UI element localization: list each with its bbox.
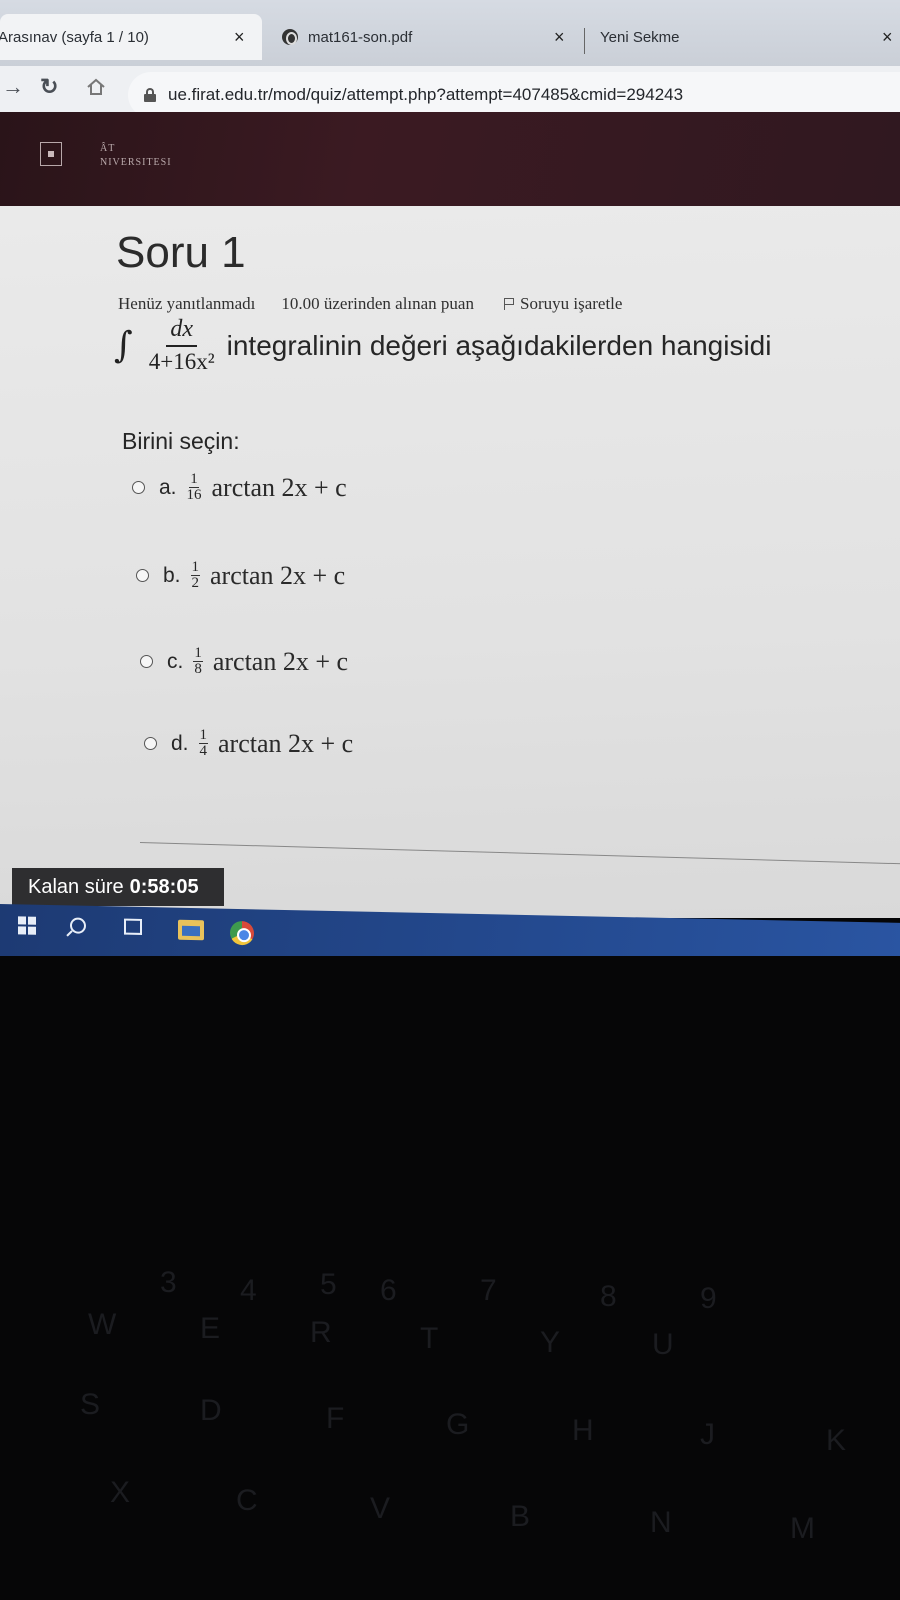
question-info: Henüz yanıtlanmadı 10.00 üzerinden alına… [118, 294, 622, 314]
keyboard-key: R [310, 1316, 332, 1349]
keyboard-key: T [420, 1322, 439, 1355]
radio-button[interactable] [136, 569, 149, 582]
keyboard-key: 3 [160, 1266, 177, 1299]
timer-value: 0:58:05 [129, 875, 199, 898]
keyboard-key: D [200, 1394, 222, 1427]
option-expression: arctan 2x + c [211, 472, 347, 502]
flag-label: Soruyu işaretle [519, 294, 623, 313]
keyboard-key: B [510, 1500, 531, 1533]
browser-tab-bar: Arasınav (sayfa 1 / 10) × mat161-son.pdf… [0, 0, 900, 72]
keyboard-key: J [700, 1418, 715, 1451]
windows-start-icon[interactable] [18, 916, 36, 935]
answer-option-a[interactable]: a. 1 16 arctan 2x + c [132, 472, 347, 503]
keyboard-key: S [80, 1388, 101, 1421]
option-letter: d. [171, 731, 189, 755]
keyboard-key: 7 [480, 1274, 497, 1307]
answer-option-d[interactable]: d. 14 arctan 2x + c [144, 728, 353, 759]
option-letter: c. [167, 649, 184, 673]
tab-new[interactable]: Yeni Sekme × [600, 14, 900, 60]
tab-title: mat161-son.pdf [308, 28, 413, 46]
option-coefficient: 18 [193, 645, 203, 677]
keyboard-key: 8 [600, 1280, 617, 1313]
keyboard-key: W [88, 1308, 117, 1341]
keyboard-key: V [370, 1492, 391, 1525]
fraction-denominator: 4+16x² [148, 349, 215, 374]
keyboard-key: N [650, 1506, 672, 1539]
file-explorer-icon[interactable] [178, 919, 204, 941]
search-icon[interactable] [70, 917, 86, 934]
status-text: Henüz yanıtlanmadı [118, 294, 256, 313]
globe-icon [282, 29, 298, 45]
keyboard-key: K [826, 1424, 847, 1457]
task-view-icon[interactable] [124, 918, 142, 935]
keyboard-key: 4 [240, 1274, 257, 1307]
keyboard-key: 9 [700, 1282, 717, 1315]
page-title: Soru 1 [116, 228, 246, 277]
tab-title: Yeni Sekme [600, 28, 680, 46]
answer-option-c[interactable]: c. 18 arctan 2x + c [140, 646, 348, 677]
keyboard-key: M [790, 1512, 815, 1545]
home-icon[interactable] [86, 78, 106, 96]
integral-fraction: dx 4+16x² [149, 316, 215, 375]
option-coefficient: 1 16 [186, 471, 202, 503]
integral-sign: ∫ [114, 325, 133, 366]
tab-pdf[interactable]: mat161-son.pdf × [282, 14, 578, 60]
tab-separator [584, 28, 585, 54]
keyboard-key: 6 [380, 1274, 397, 1307]
keyboard-key: U [652, 1328, 674, 1361]
university-logo[interactable]: ÂT NIVERSITESI [100, 142, 172, 170]
option-letter: a. [159, 475, 177, 499]
fraction-numerator: dx [166, 316, 198, 347]
flag-icon [503, 298, 514, 310]
answer-option-b[interactable]: b. 12 arctan 2x + c [136, 560, 345, 591]
radio-button[interactable] [132, 481, 145, 494]
keyboard-key: Y [540, 1326, 561, 1359]
keyboard-key: E [200, 1312, 221, 1345]
keyboard-key: 5 [320, 1268, 337, 1301]
radio-button[interactable] [140, 655, 153, 668]
tab-title: Arasınav (sayfa 1 / 10) [0, 28, 149, 46]
time-remaining: Kalan süre 0:58:05 [12, 868, 224, 906]
question-text: ∫ dx 4+16x² integralinin değeri aşağıdak… [114, 316, 771, 375]
keyboard-key: F [326, 1402, 345, 1435]
keyboard-key: H [572, 1414, 594, 1447]
reload-icon[interactable]: ↻ [40, 74, 58, 100]
option-coefficient: 12 [190, 559, 201, 591]
menu-icon[interactable] [40, 142, 62, 166]
lock-icon [144, 88, 156, 102]
option-letter: b. [163, 563, 181, 587]
close-tab-icon[interactable]: × [554, 27, 565, 48]
question-body: integralinin değeri aşağıdakilerden hang… [226, 329, 772, 361]
answer-prompt: Birini seçin: [122, 428, 240, 454]
keyboard-key: X [110, 1476, 131, 1509]
option-expression: arctan 2x + c [210, 560, 346, 590]
option-expression: arctan 2x + c [218, 728, 354, 758]
chrome-icon[interactable] [230, 920, 254, 946]
forward-arrow-icon[interactable]: → [2, 74, 24, 100]
tab-quiz-attempt[interactable]: Arasınav (sayfa 1 / 10) × [0, 14, 262, 60]
close-tab-icon[interactable]: × [234, 27, 245, 48]
divider [139, 842, 900, 865]
keyboard-key: G [446, 1408, 470, 1441]
points-text: 10.00 üzerinden alınan puan [281, 294, 474, 313]
option-expression: arctan 2x + c [212, 646, 349, 676]
radio-button[interactable] [144, 737, 157, 750]
flag-question-link[interactable]: Soruyu işaretle [503, 294, 623, 314]
keyboard-key: C [236, 1484, 258, 1517]
keyboard-reflection: 3 4 5 6 7 8 9 W E R T Y U S D F G H J K … [0, 956, 900, 1600]
close-tab-icon[interactable]: × [882, 27, 893, 48]
option-coefficient: 14 [198, 727, 209, 759]
quiz-content: Soru 1 Henüz yanıtlanmadı 10.00 üzerinde… [0, 206, 900, 918]
url-text: ue.firat.edu.tr/mod/quiz/attempt.php?att… [168, 85, 684, 104]
